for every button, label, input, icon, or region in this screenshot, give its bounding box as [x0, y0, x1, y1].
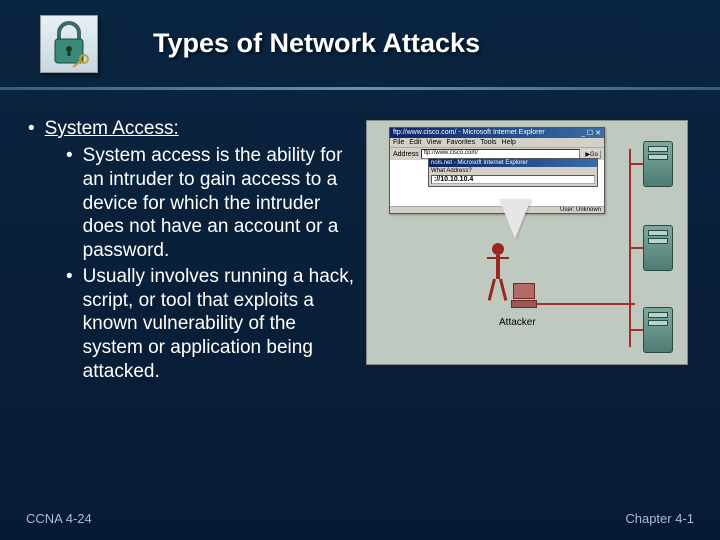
sub-bullet-1-text: System access is the ability for an intr… [83, 144, 358, 263]
sub-bullet-1: • System access is the ability for an in… [66, 144, 358, 263]
slide-body: • System Access: • System access is the … [0, 90, 720, 386]
server-link-3 [629, 329, 643, 331]
sub-bullet-list: • System access is the ability for an in… [66, 144, 358, 384]
menu-help: Help [502, 139, 516, 146]
server-link-2 [629, 247, 643, 249]
server-link-1 [629, 163, 643, 165]
browser-title-text: ftp://www.cisco.com/ - Microsoft Interne… [393, 129, 545, 137]
slide-title: Types of Network Attacks [153, 28, 480, 59]
footer-right: Chapter 4-1 [625, 511, 694, 526]
inner-body: What Address? ://10.10.10.4 [429, 167, 597, 186]
menu-favorites: Favorites [446, 139, 475, 146]
menu-tools: Tools [480, 139, 496, 146]
padlock-svg [49, 21, 89, 67]
sub-bullet-2-text: Usually involves running a hack, script,… [83, 265, 358, 384]
attacker-link [523, 303, 635, 305]
text-column: • System Access: • System access is the … [28, 118, 358, 386]
inner-window: nols.net - Microsoft Internet Explorer W… [428, 158, 598, 187]
inner-prompt: What Address? [431, 168, 595, 174]
slide-footer: CCNA 4-24 Chapter 4-1 [26, 511, 694, 526]
attacker-pc-icon [509, 283, 539, 309]
sub-bullet-2: • Usually involves running a hack, scrip… [66, 265, 358, 384]
illustration-column: ftp://www.cisco.com/ - Microsoft Interne… [366, 120, 695, 365]
server-icon [643, 307, 673, 353]
callout-tail [499, 199, 531, 239]
menu-file: File [393, 139, 404, 146]
browser-menubar: File Edit View Favorites Tools Help [390, 138, 604, 147]
server-icon [643, 141, 673, 187]
padlock-key-icon [40, 15, 98, 73]
slide-header: Types of Network Attacks [0, 0, 720, 90]
address-label: Address [393, 151, 419, 158]
menu-view: View [426, 139, 441, 146]
browser-window: ftp://www.cisco.com/ - Microsoft Interne… [389, 127, 605, 214]
attacker-figure-icon [485, 243, 511, 301]
footer-left: CCNA 4-24 [26, 511, 92, 526]
browser-statusbar: User: Unknown [390, 206, 604, 213]
network-attack-illustration: ftp://www.cisco.com/ - Microsoft Interne… [366, 120, 688, 365]
server-icon [643, 225, 673, 271]
menu-edit: Edit [409, 139, 421, 146]
bullet-heading: System Access: [45, 118, 179, 140]
bullet-heading-row: • System Access: [28, 118, 358, 140]
bullet-dot: • [66, 144, 73, 168]
inner-titlebar: nols.net - Microsoft Internet Explorer [429, 159, 597, 167]
bullet-dot: • [28, 118, 35, 140]
attacker-label: Attacker [499, 317, 536, 328]
browser-titlebar: ftp://www.cisco.com/ - Microsoft Interne… [390, 128, 604, 138]
browser-body: nols.net - Microsoft Internet Explorer W… [390, 160, 604, 206]
ip-field: ://10.10.10.4 [431, 175, 595, 184]
bullet-dot: • [66, 265, 73, 289]
window-controls: _ ☐ ✕ [581, 129, 601, 137]
